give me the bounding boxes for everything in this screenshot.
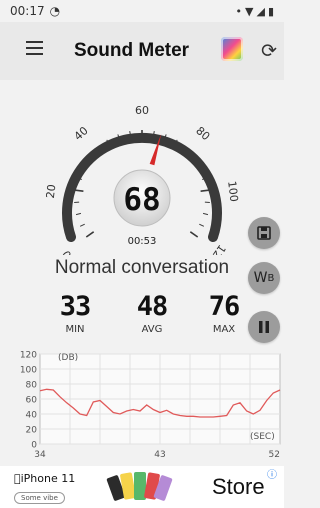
chart-x-tick-label: 43 xyxy=(154,450,165,460)
chart-y-tick-label: 0 xyxy=(31,441,37,451)
ad-phones-image xyxy=(106,472,173,501)
chart-y-tick-label: 100 xyxy=(20,366,37,376)
theme-palette-icon[interactable] xyxy=(221,37,243,61)
gauge-scale-label: 20 xyxy=(44,184,59,199)
gauge-value: 68 xyxy=(123,182,160,218)
avg-value: 48 xyxy=(136,291,169,322)
max-value: 76 xyxy=(208,291,241,322)
chart-y-ticks: 120 100 80 60 40 20 0 xyxy=(20,351,37,451)
gauge-tick xyxy=(199,223,205,227)
chart-y-tick-label: 40 xyxy=(26,411,38,421)
chart-y-tick-label: 120 xyxy=(20,351,37,361)
elapsed-time: 00:53 xyxy=(128,236,157,247)
gauge-scale-label: 0 xyxy=(60,248,75,255)
gauge-tick xyxy=(200,189,210,192)
app-bar: Sound Meter ⟳ xyxy=(0,22,284,80)
gauge-tick xyxy=(79,223,85,227)
chart-svg: 120 100 80 60 40 20 0 34 43 52 (DB) (SEC) xyxy=(20,351,281,460)
decibel-gauge: 0 20 40 60 80 100 120 68 00:53 xyxy=(0,95,284,267)
chart-x-label: (SEC) xyxy=(250,432,275,442)
refresh-icon[interactable]: ⟳ xyxy=(261,40,277,62)
ad-brand: iPhone 11 xyxy=(14,472,75,485)
ad-pill: Some vibe xyxy=(14,492,65,504)
save-icon[interactable] xyxy=(248,217,280,249)
battery-icon: ▮ xyxy=(267,4,274,18)
apple-logo-icon:  xyxy=(14,472,21,485)
status-bar: 00:17 ◔ • ▼ ◢ ▮ xyxy=(0,0,284,22)
signal-dot-icon: • xyxy=(235,4,243,18)
avg-stat: 48 AVG xyxy=(120,291,184,336)
max-label: MAX xyxy=(212,324,236,335)
ad-store-text: Store xyxy=(212,474,265,499)
avg-label: AVG xyxy=(141,324,163,335)
status-time: 00:17 xyxy=(10,4,45,18)
chart-y-tick-label: 20 xyxy=(26,426,38,436)
gauge-scale-label: 80 xyxy=(193,124,212,143)
chart-y-label: (DB) xyxy=(58,353,78,363)
wifi-icon: ▼ xyxy=(245,4,254,18)
ad-info-icon[interactable]: ⓘ xyxy=(266,470,278,482)
app-title: Sound Meter xyxy=(74,40,190,61)
gauge-tick xyxy=(75,212,82,216)
chart-x-tick-label: 34 xyxy=(34,450,46,460)
gauge-tick xyxy=(189,231,199,238)
min-stat: 33 MIN xyxy=(43,291,107,336)
gauge-tick xyxy=(202,212,209,216)
cellular-icon: ◢ xyxy=(256,4,265,18)
gauge-scale-label: 60 xyxy=(135,104,149,117)
gauge-tick xyxy=(74,189,84,192)
min-label: MIN xyxy=(65,324,85,335)
gauge-scale-label: 100 xyxy=(225,180,240,202)
gauge-svg: 0 20 40 60 80 100 120 68 00:53 xyxy=(44,104,241,267)
ad-brand-block: iPhone 11 Some vibe xyxy=(14,472,75,504)
gauge-tick xyxy=(85,231,95,238)
ad-brand-text: iPhone 11 xyxy=(14,472,76,485)
noise-level-description: Normal conversation xyxy=(54,257,230,278)
hamburger-menu-icon[interactable] xyxy=(26,41,43,55)
chart-y-tick-label: 60 xyxy=(26,396,38,406)
ad-banner[interactable]: iPhone 11 Some vibe Store ⓘ xyxy=(0,466,284,508)
decibel-history-chart: 120 100 80 60 40 20 0 34 43 52 (DB) (SEC) xyxy=(0,348,284,464)
chart-y-tick-label: 80 xyxy=(26,381,38,391)
chart-x-ticks: 34 43 52 xyxy=(34,450,280,460)
gauge-scale-label: 120 xyxy=(206,242,229,255)
min-value: 33 xyxy=(59,291,92,322)
max-stat: 76 MAX xyxy=(192,291,256,336)
chart-x-tick-label: 52 xyxy=(269,450,280,460)
meter-icon: ◔ xyxy=(49,4,61,18)
gauge-scale-label: 40 xyxy=(72,124,91,143)
